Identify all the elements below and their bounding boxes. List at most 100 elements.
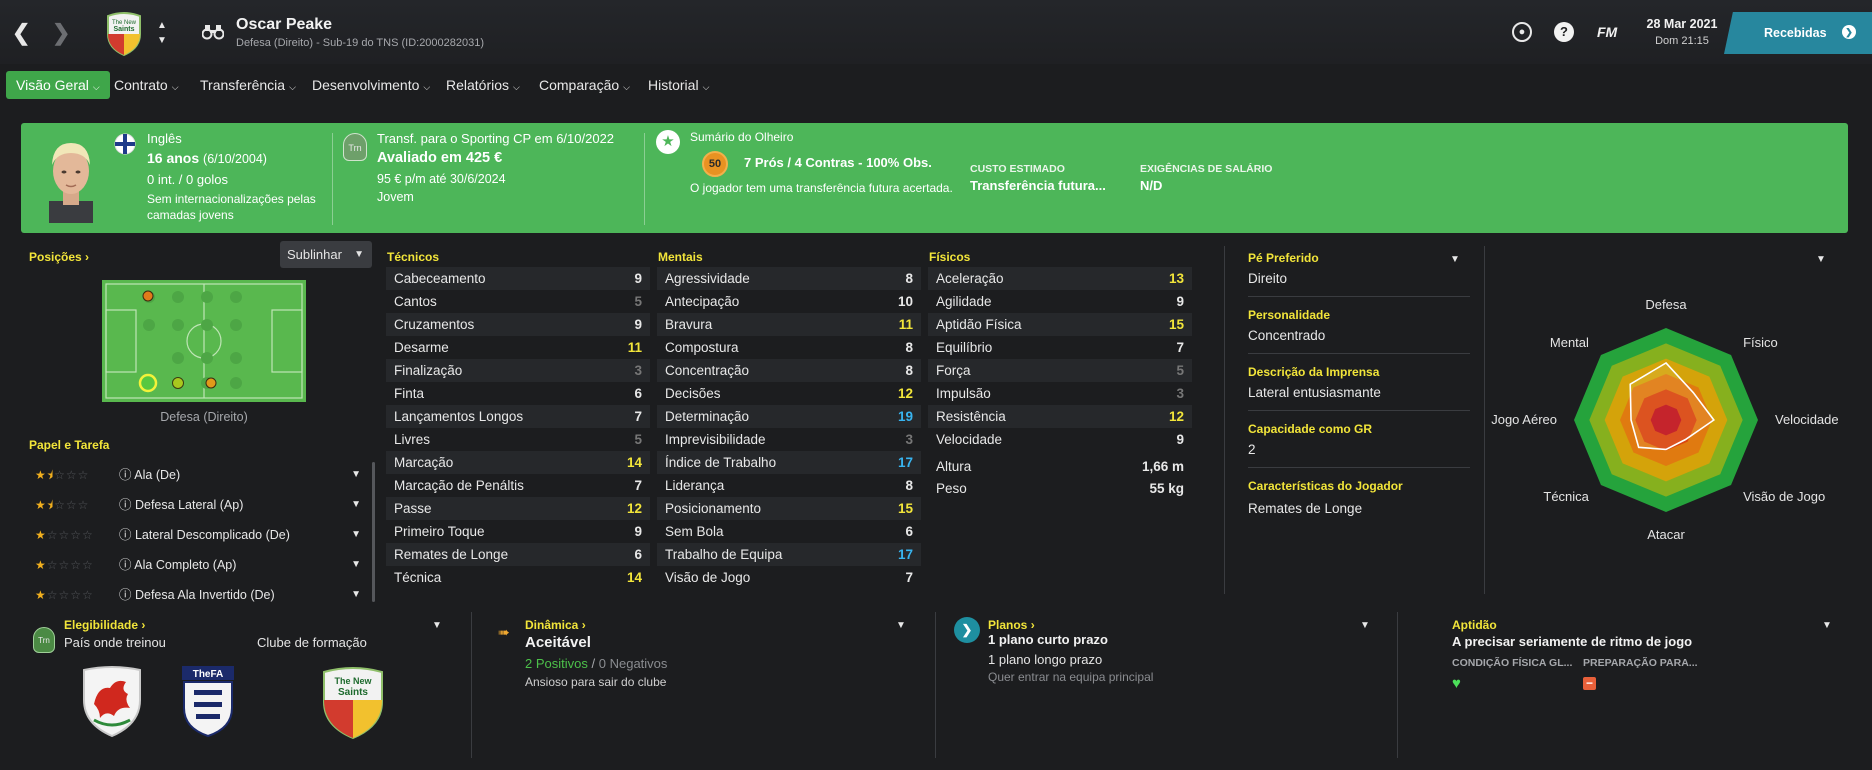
attribute-row[interactable]: Resistência 12 [928, 405, 1192, 428]
chevron-down-icon[interactable]: ▼ [351, 462, 361, 488]
attribute-row[interactable]: Compostura 8 [657, 336, 921, 359]
chevron-down-icon[interactable]: ▼ [1822, 620, 1832, 631]
positions-pitch [102, 280, 306, 402]
chevron-down-icon[interactable]: ▼ [351, 552, 361, 578]
attribute-row[interactable]: Índice de Trabalho 17 [657, 451, 921, 474]
negatives-count: 0 Negativos [598, 656, 668, 671]
chevron-down-icon[interactable]: ▼ [1450, 254, 1460, 265]
attribute-row[interactable]: Desarme 11 [386, 336, 650, 359]
attribute-value: 7 [634, 478, 642, 493]
attribute-row[interactable]: Concentração 8 [657, 359, 921, 382]
attribute-row[interactable]: Imprevisibilidade 3 [657, 428, 921, 451]
role-stars: ★⯨☆☆☆ [35, 468, 90, 482]
dynamics-status: Aceitável [525, 634, 591, 651]
attribute-row[interactable]: Aceleração 13 [928, 267, 1192, 290]
attribute-row[interactable]: Impulsão 3 [928, 382, 1192, 405]
international-note: Sem internacionalizações pelas camadas j… [147, 192, 316, 222]
attribute-row: Altura 1,66 m [928, 455, 1192, 478]
player-switch-up-icon[interactable]: ▲ [157, 20, 167, 31]
chevron-down-icon: ⌵ [289, 82, 296, 92]
eligibility-title[interactable]: Elegibilidade › [64, 617, 145, 632]
chevron-down-icon[interactable]: ▼ [896, 620, 906, 631]
roles-scrollbar[interactable] [372, 462, 375, 602]
attribute-row[interactable]: Marcação de Penáltis 7 [386, 474, 650, 497]
plans-title[interactable]: Planos › [988, 617, 1035, 632]
attribute-row[interactable]: Agressividade 8 [657, 267, 921, 290]
attribute-row[interactable]: Visão de Jogo 7 [657, 566, 921, 589]
tab-transferencia[interactable]: Transferência ⌵ [190, 71, 306, 99]
chevron-down-icon[interactable]: ▼ [1360, 620, 1370, 631]
inbox-button[interactable]: Recebidas ❯ [1724, 12, 1872, 54]
globe-icon[interactable]: ● [1512, 22, 1532, 42]
role-row[interactable]: ★⯨☆☆☆ ⓘ Defesa Lateral (Ap) ▼ [27, 492, 367, 518]
chevron-down-icon[interactable]: ▼ [432, 620, 442, 631]
attribute-row[interactable]: Lançamentos Longos 7 [386, 405, 650, 428]
column-divider [1484, 246, 1485, 594]
attribute-row[interactable]: Antecipação 10 [657, 290, 921, 313]
attribute-row[interactable]: Primeiro Toque 9 [386, 520, 650, 543]
attribute-value: 3 [634, 363, 642, 378]
height-value: 1,66 m [1141, 459, 1184, 474]
help-icon[interactable]: ? [1554, 22, 1574, 42]
caps-goals: 0 int. / 0 golos [147, 172, 228, 187]
role-row[interactable]: ★☆☆☆☆ ⓘ Lateral Descomplicado (De) ▼ [27, 522, 367, 548]
attribute-row[interactable]: Determinação 19 [657, 405, 921, 428]
attribute-row[interactable]: Decisões 12 [657, 382, 921, 405]
tab-comparacao[interactable]: Comparação ⌵ [529, 71, 640, 99]
back-icon[interactable]: ❮ [12, 20, 30, 46]
role-row[interactable]: ★☆☆☆☆ ⓘ Ala Completo (Ap) ▼ [27, 552, 367, 578]
attribute-value: 3 [1176, 386, 1184, 401]
chevron-down-icon[interactable]: ▼ [1816, 254, 1826, 265]
radar-label: Defesa [1645, 298, 1687, 312]
attribute-row[interactable]: Remates de Longe 6 [386, 543, 650, 566]
attribute-name: Posicionamento [665, 501, 762, 516]
attribute-row[interactable]: Finalização 3 [386, 359, 650, 382]
divider [1248, 353, 1470, 354]
dynamics-title[interactable]: Dinâmica › [525, 617, 586, 632]
tab-contrato[interactable]: Contrato ⌵ [104, 71, 189, 99]
attribute-row[interactable]: Aptidão Física 15 [928, 313, 1192, 336]
chevron-down-icon[interactable]: ▼ [351, 492, 361, 518]
attribute-row[interactable]: Marcação 14 [386, 451, 650, 474]
attribute-row[interactable]: Agilidade 9 [928, 290, 1192, 313]
attribute-row[interactable]: Finta 6 [386, 382, 650, 405]
highlight-dropdown[interactable]: Sublinhar ▼ [280, 241, 372, 268]
tab-desenvolvimento[interactable]: Desenvolvimento ⌵ [302, 71, 440, 99]
inbox-label: Recebidas [1764, 26, 1827, 40]
attribute-row[interactable]: Cruzamentos 9 [386, 313, 650, 336]
attribute-row[interactable]: Técnica 14 [386, 566, 650, 589]
binoculars-icon[interactable] [202, 24, 224, 40]
tab-visao-geral[interactable]: Visão Geral ⌵ [6, 71, 110, 99]
positives-count: 2 Positivos [525, 656, 588, 671]
position-dot [172, 377, 184, 389]
player-switch-down-icon[interactable]: ▼ [157, 35, 167, 46]
tab-relatorios[interactable]: Relatórios ⌵ [436, 71, 530, 99]
attribute-name: Equilíbrio [936, 340, 993, 355]
chevron-down-icon[interactable]: ▼ [351, 522, 361, 548]
role-row[interactable]: ★☆☆☆☆ ⓘ Defesa Ala Invertido (De) ▼ [27, 582, 367, 604]
attribute-row[interactable]: Liderança 8 [657, 474, 921, 497]
fm-logo[interactable]: FM [1597, 24, 1617, 40]
positions-title[interactable]: Posições › [29, 249, 89, 264]
attribute-row[interactable]: Velocidade 9 [928, 428, 1192, 451]
tab-historial[interactable]: Historial ⌵ [638, 71, 719, 99]
attribute-row[interactable]: Força 5 [928, 359, 1192, 382]
attribute-row[interactable]: Cabeceamento 9 [386, 267, 650, 290]
attribute-row[interactable]: Passe 12 [386, 497, 650, 520]
attribute-value: 6 [634, 547, 642, 562]
attribute-value: 12 [897, 386, 913, 401]
attribute-row[interactable]: Bravura 11 [657, 313, 921, 336]
attribute-row[interactable]: Equilíbrio 7 [928, 336, 1192, 359]
attribute-row[interactable]: Posicionamento 15 [657, 497, 921, 520]
attribute-row[interactable]: Trabalho de Equipa 17 [657, 543, 921, 566]
the-new-saints-crest: The New Saints [323, 667, 383, 740]
trn-badge: Trn [33, 627, 55, 653]
attribute-row[interactable]: Livres 5 [386, 428, 650, 451]
attribute-row[interactable]: Sem Bola 6 [657, 520, 921, 543]
forward-icon[interactable]: ❯ [52, 20, 70, 46]
role-row[interactable]: ★⯨☆☆☆ ⓘ Ala (De) ▼ [27, 462, 367, 488]
trn-badge-label: Trn [348, 143, 362, 153]
chevron-down-icon: ⌵ [423, 82, 431, 92]
attribute-row[interactable]: Cantos 5 [386, 290, 650, 313]
chevron-down-icon[interactable]: ▼ [351, 582, 361, 604]
